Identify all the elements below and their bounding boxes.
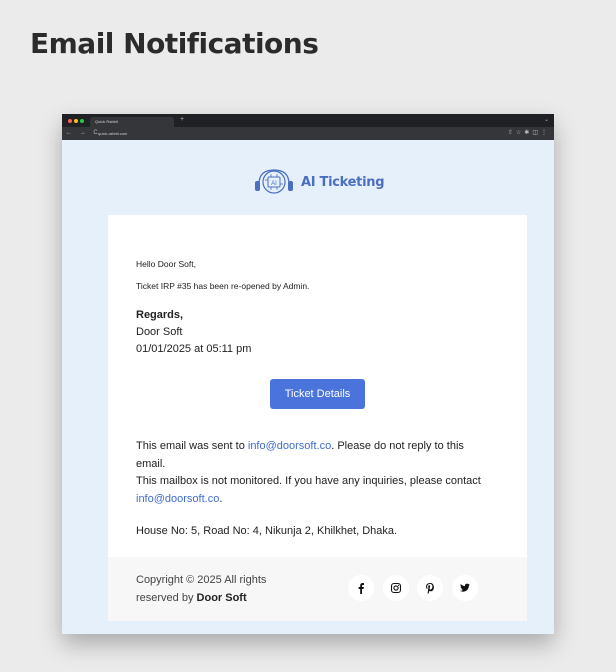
regards-label: Regards, bbox=[136, 309, 184, 321]
ticket-details-button[interactable]: Ticket Details bbox=[270, 379, 365, 409]
address: House No: 5, Road No: 4, Nikunja 2, Khil… bbox=[136, 525, 398, 537]
ticket-message: Ticket IRP #35 has been re-opened by Adm… bbox=[136, 281, 310, 291]
mailbox-text: This mailbox is not monitored. If you ha… bbox=[136, 473, 496, 508]
ai-headset-icon: AI bbox=[255, 169, 293, 194]
maximize-window-icon[interactable] bbox=[80, 119, 84, 123]
notice-email-link[interactable]: info@doorsoft.co bbox=[248, 440, 331, 452]
mailbox-prefix: This mailbox is not monitored. If you ha… bbox=[136, 475, 481, 487]
pinterest-icon[interactable] bbox=[417, 575, 443, 601]
facebook-icon[interactable] bbox=[348, 575, 374, 601]
browser-extension-icons[interactable]: ⇧☆✱◫⋮ bbox=[508, 129, 550, 136]
notice-prefix: This email was sent to bbox=[136, 440, 248, 452]
new-tab-button[interactable]: + bbox=[180, 116, 184, 123]
page-title: Email Notifications bbox=[30, 27, 319, 60]
browser-tab[interactable]: Quick Rabbit bbox=[90, 117, 174, 127]
logo-text: AI Ticketing bbox=[301, 174, 385, 190]
brand-logo: AI AI Ticketing bbox=[250, 168, 385, 196]
browser-nav-buttons[interactable]: ← → C bbox=[66, 130, 101, 136]
browser-toolbar: ← → C quick-rabbit.com ⇧☆✱◫⋮ bbox=[62, 127, 554, 140]
regards-name: Door Soft bbox=[136, 326, 183, 338]
email-card: Hello Door Soft, Ticket IRP #35 has been… bbox=[108, 215, 527, 621]
mailbox-email-link[interactable]: info@doorsoft.co bbox=[136, 493, 219, 505]
minimize-window-icon[interactable] bbox=[74, 119, 78, 123]
regards-date: 01/01/2025 at 05:11 pm bbox=[136, 343, 252, 355]
close-window-icon[interactable] bbox=[68, 119, 72, 123]
browser-window: Quick Rabbit + ⌄ ← → C quick-rabbit.com … bbox=[62, 114, 554, 634]
twitter-icon[interactable] bbox=[452, 575, 478, 601]
notice-text: This email was sent to info@doorsoft.co.… bbox=[136, 438, 496, 473]
mailbox-end: . bbox=[219, 492, 223, 505]
address-bar[interactable]: quick-rabbit.com bbox=[98, 130, 488, 137]
chevron-down-icon[interactable]: ⌄ bbox=[544, 116, 549, 123]
copyright-text: Copyright © 2025 All rights reserved by … bbox=[136, 571, 286, 607]
greeting: Hello Door Soft, bbox=[136, 259, 196, 269]
svg-text:AI: AI bbox=[271, 181, 277, 187]
browser-tab-strip: Quick Rabbit + ⌄ bbox=[62, 114, 554, 127]
email-footer: Copyright © 2025 All rights reserved by … bbox=[108, 557, 527, 621]
company-name: Door Soft bbox=[196, 592, 247, 604]
instagram-icon[interactable] bbox=[383, 575, 409, 601]
